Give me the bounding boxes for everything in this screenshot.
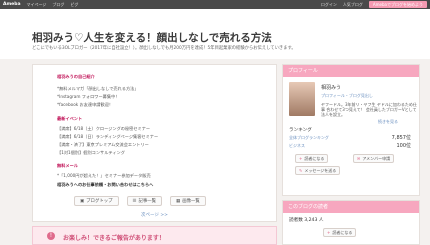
ameba-logo[interactable]: Ameba xyxy=(3,2,20,7)
event-item-4[interactable]: 【1対1個別】個別コンサルティング xyxy=(57,150,125,156)
read-more-link[interactable]: 続きを見る xyxy=(378,119,398,125)
ranking-overall-label[interactable]: 全体ブログランキング xyxy=(289,135,329,141)
image-icon: ▦ xyxy=(176,198,181,204)
notice-alert-icon: ! xyxy=(47,232,55,240)
free-mail-heading: 無料メール xyxy=(57,163,78,168)
blog-icon: ▣ xyxy=(80,198,85,204)
event-item-1[interactable]: 【満席】6/18（土）クロージングの秘密セミナー xyxy=(57,126,150,132)
event-item-2[interactable]: 【満席】6/18（日）ランディングページ集客セミナー xyxy=(57,134,158,140)
nav-link-mypage[interactable]: マイページ xyxy=(26,2,46,8)
facebook-link[interactable]: *facebook お友達申請歓迎！ xyxy=(57,102,113,108)
profile-bio: ヤフードル。3年前リ・ヤフ生 ヤドルに加わるため仕事 合わせて3つ見えて！ 会社… xyxy=(321,102,417,117)
notice-text: お楽しみ！できるご報告があります！ xyxy=(63,235,165,242)
readers-follow-label: 読者になる xyxy=(332,230,353,235)
profile-sidebar: プロフィール 相羽みう プロフィール・ブログ見出し ヤフードル。3年前リ・ヤフ生… xyxy=(282,64,420,196)
profile-subtitle[interactable]: プロフィール・ブログ見出し xyxy=(321,93,373,99)
readers-title: このブログの読者 xyxy=(283,201,419,213)
image-list-button[interactable]: ▦ 画像一覧 xyxy=(170,196,206,206)
message-button[interactable]: ✎ メッセージを送る xyxy=(295,166,341,175)
seminar-data-link[interactable]: *「1,000円が超えた！」セミナー参加データ販売 xyxy=(57,173,151,179)
profile-heading[interactable]: 相羽みうの自己紹介 xyxy=(57,74,95,80)
ranking-label: ランキング xyxy=(289,128,312,133)
nav-link-pigg[interactable]: ピグ xyxy=(70,2,78,8)
article-actions: ▣ ブログトップ ☰ 記事一覧 ▦ 画像一覧 xyxy=(74,196,206,206)
plus-icon: + xyxy=(327,230,331,235)
readers-follow-button[interactable]: + 読者になる xyxy=(323,228,357,237)
notice-banner[interactable]: ! お楽しみ！できるご報告があります！ xyxy=(32,226,277,245)
avatar[interactable] xyxy=(289,82,315,116)
image-list-label: 画像一覧 xyxy=(182,199,200,204)
article-list-label: 記事一覧 xyxy=(138,199,157,204)
article-list-button[interactable]: ☰ 記事一覧 xyxy=(126,196,163,206)
plus-icon: + xyxy=(299,156,303,161)
readers-sidebar: このブログの読者 読者数 3,243 人 + 読者になる xyxy=(282,200,420,245)
readers-count: 読者数 3,243 人 xyxy=(289,218,324,223)
next-page-link[interactable]: 次ページ >> xyxy=(141,212,168,218)
instagram-link[interactable]: *Instagram フォロワー募集中！ xyxy=(57,94,119,100)
nav-link-login[interactable]: ログイン xyxy=(321,2,337,8)
profile-name[interactable]: 相羽みう xyxy=(321,84,341,91)
amember-label: アメンバー申請 xyxy=(362,156,391,161)
top-nav-bar: Ameba マイページ ブログ ピグ ログイン 人気ブログ Amebaでブログを… xyxy=(0,0,430,9)
ranking-overall-value: 7,857位 xyxy=(391,135,411,141)
follow-button[interactable]: + 読者になる xyxy=(295,154,329,163)
blog-description: どこにでもいる3OLブロガー（2017年に自社設立！）。顔出しなしでも月200万… xyxy=(32,46,296,51)
event-item-3[interactable]: 【満席・済了】東京プレミアム交流会エントリー xyxy=(57,142,149,148)
blog-top-button[interactable]: ▣ ブログトップ xyxy=(74,196,119,206)
nav-link-popular[interactable]: 人気ブログ xyxy=(343,2,363,8)
profile-title: プロフィール xyxy=(283,65,419,77)
follow-label: 読者になる xyxy=(304,156,325,161)
blog-title[interactable]: 相羽みう♡人生を変える！顔出しなしで売れる方法 xyxy=(32,30,272,45)
blog-top-label: ブログトップ xyxy=(86,199,113,204)
nav-link-blog[interactable]: ブログ xyxy=(52,2,64,8)
ranking-business-value: 100位 xyxy=(396,143,411,149)
message-label: メッセージを送る xyxy=(304,168,337,173)
start-blog-button[interactable]: Amebaでブログを始めよう xyxy=(368,1,427,8)
ranking-business-label[interactable]: ビジネス xyxy=(289,143,305,149)
events-heading: 最新イベント xyxy=(57,116,83,121)
message-icon: ✎ xyxy=(299,168,303,173)
contact-link[interactable]: 相羽みうへのお仕事依頼・お問い合わせはこちらへ xyxy=(57,182,153,188)
mail-icon: ✉ xyxy=(357,156,361,161)
list-icon: ☰ xyxy=(132,198,137,204)
amember-button[interactable]: ✉ アメンバー申請 xyxy=(353,154,395,163)
newsletter-link[interactable]: *無料メルマガ「顔出しなしで売れる方法」 xyxy=(57,86,139,92)
